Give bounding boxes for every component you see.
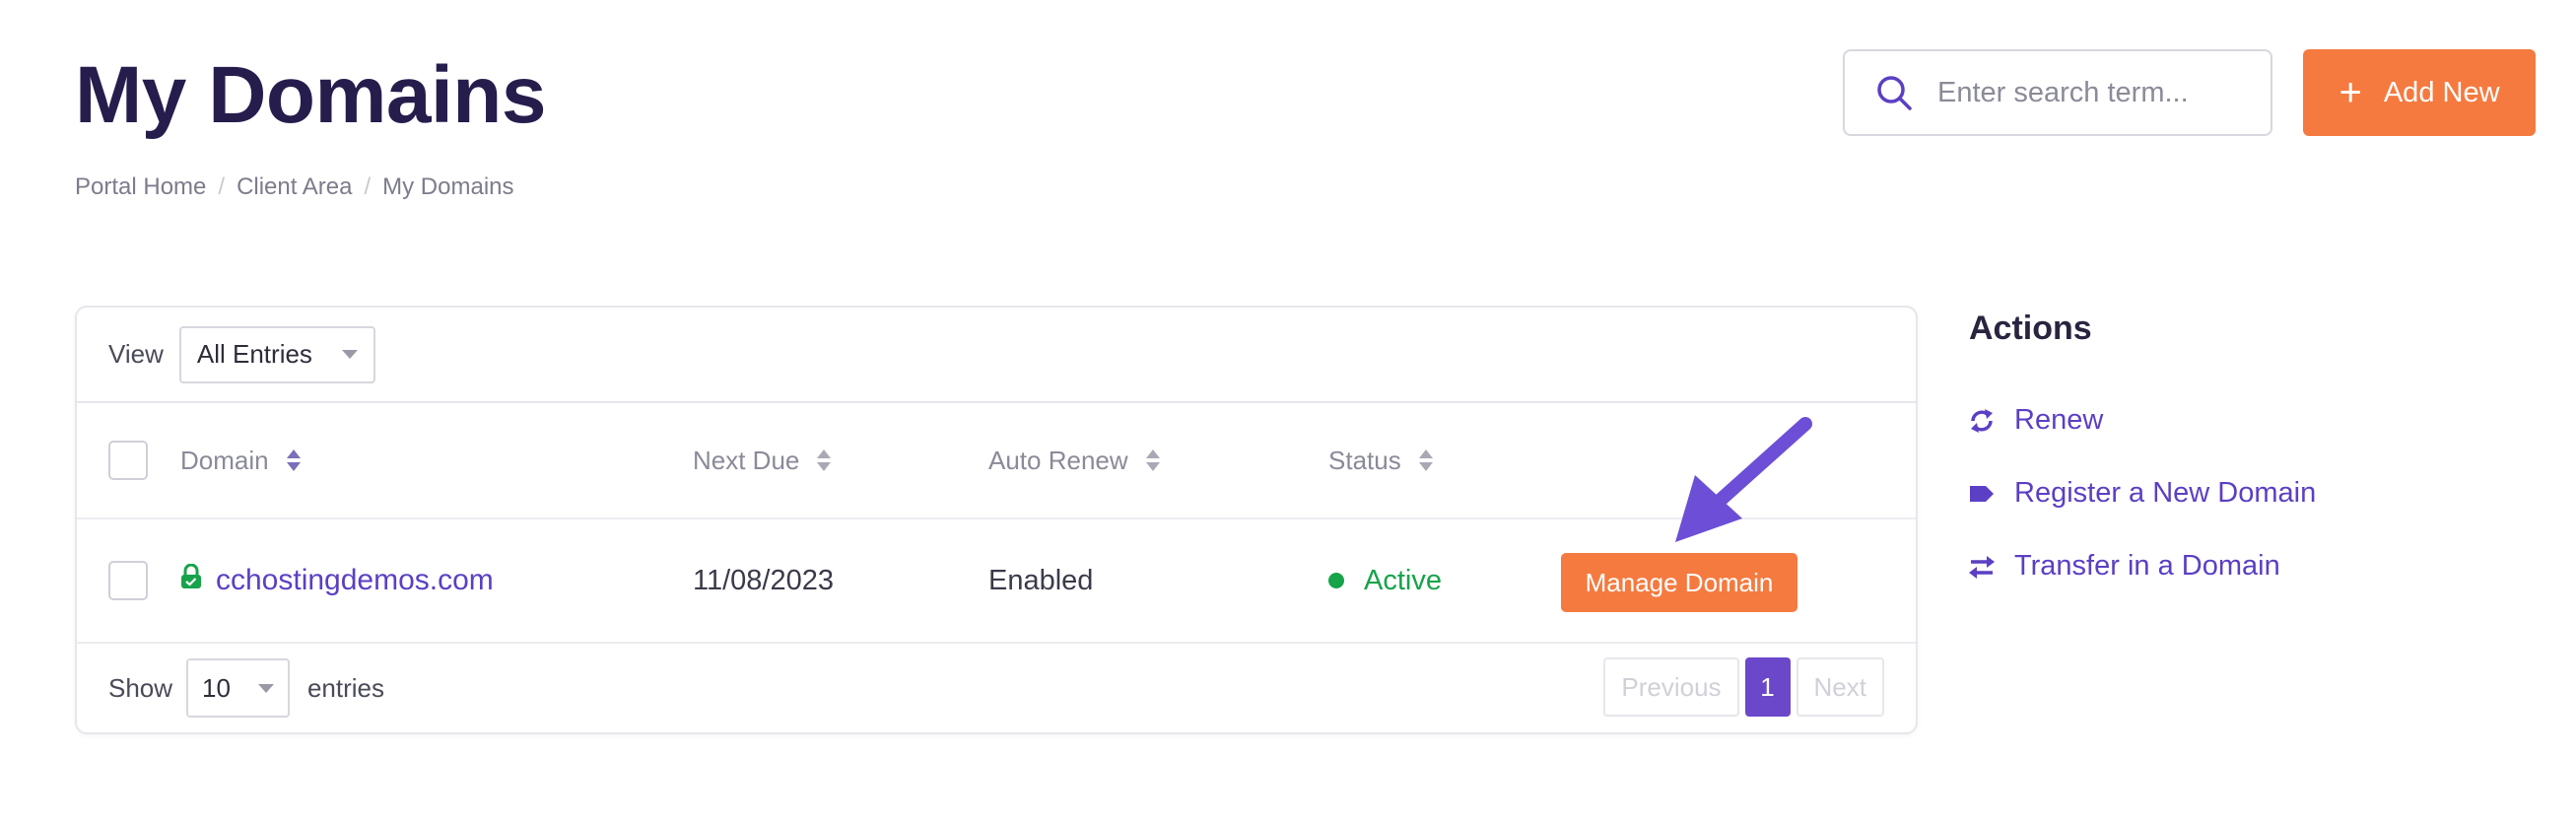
table-footer: Show 10 entries Previous 1 Next: [77, 644, 1916, 732]
breadcrumb-separator: /: [218, 173, 226, 200]
breadcrumb-client-area[interactable]: Client Area: [237, 173, 352, 201]
column-header-auto-renew[interactable]: Auto Renew: [988, 446, 1160, 476]
transfer-icon: [1967, 552, 1997, 582]
action-label: Register a New Domain: [2014, 477, 2317, 509]
search-box[interactable]: [1843, 49, 2272, 136]
column-header-domain[interactable]: Domain: [180, 446, 301, 476]
pagination-page-1[interactable]: 1: [1744, 657, 1791, 717]
renew-icon: [1967, 406, 1997, 436]
chevron-down-icon: [341, 350, 358, 359]
column-label: Status: [1328, 445, 1401, 475]
column-label: Domain: [180, 445, 269, 475]
action-transfer-domain[interactable]: Transfer in a Domain: [1967, 550, 2280, 583]
add-new-button[interactable]: + Add New: [2303, 49, 2536, 136]
status-badge: Active: [1364, 564, 1442, 596]
pagination-previous[interactable]: Previous: [1603, 657, 1739, 717]
status-cell: Active: [1328, 565, 1442, 597]
breadcrumb-my-domains: My Domains: [382, 173, 514, 200]
lock-icon: [180, 563, 202, 597]
pagination: Previous 1 Next: [1603, 657, 1884, 717]
action-renew[interactable]: Renew: [1967, 404, 2103, 437]
status-dot-icon: [1328, 573, 1344, 588]
chevron-down-icon: [257, 683, 274, 693]
column-header-status[interactable]: Status: [1328, 446, 1433, 476]
add-new-label: Add New: [2383, 76, 2500, 108]
column-header-next-due[interactable]: Next Due: [693, 445, 832, 476]
search-icon: [1874, 73, 1914, 112]
plus-icon: +: [2339, 71, 2362, 114]
sort-icon: [817, 449, 832, 471]
breadcrumb-separator: /: [364, 173, 372, 200]
table-header: Domain Next Due Auto Renew Status: [77, 403, 1916, 519]
view-label: View: [108, 339, 164, 369]
view-filter-select[interactable]: All Entries: [178, 325, 375, 383]
actions-heading: Actions: [1969, 310, 2092, 347]
action-label: Transfer in a Domain: [2014, 550, 2280, 582]
row-checkbox[interactable]: [108, 561, 148, 600]
search-input[interactable]: [1937, 76, 2233, 109]
sort-icon: [1145, 449, 1160, 471]
breadcrumb: Portal Home / Client Area / My Domains: [75, 173, 514, 201]
pagination-next[interactable]: Next: [1796, 657, 1884, 717]
entries-label: entries: [306, 672, 385, 703]
action-label: Renew: [2014, 404, 2104, 436]
auto-renew-cell: Enabled: [988, 564, 1094, 596]
table-filter-bar: View All Entries: [77, 308, 1916, 403]
page-size-value: 10: [202, 672, 231, 703]
column-label: Auto Renew: [988, 445, 1128, 475]
sort-icon: [1418, 449, 1433, 471]
column-label: Next Due: [693, 445, 800, 475]
manage-domain-button[interactable]: Manage Domain: [1561, 553, 1797, 612]
domain-link[interactable]: cchostingdemos.com: [216, 564, 494, 597]
domain-cell: cchostingdemos.com: [180, 563, 494, 597]
view-filter-value: All Entries: [196, 339, 312, 369]
domains-table-card: View All Entries Domain Next Due Auto Re…: [75, 306, 1918, 734]
show-label: Show: [108, 672, 173, 703]
page-size-select[interactable]: 10: [186, 658, 290, 718]
action-register-domain[interactable]: Register a New Domain: [1967, 477, 2316, 510]
breadcrumb-portal-home[interactable]: Portal Home: [75, 173, 206, 201]
tag-icon: [1967, 479, 1997, 509]
page-title: My Domains: [75, 50, 547, 140]
next-due-cell: 11/08/2023: [693, 564, 834, 596]
table-row: cchostingdemos.com 11/08/2023 Enabled Ac…: [77, 519, 1916, 644]
sort-icon: [286, 449, 301, 471]
select-all-checkbox[interactable]: [108, 441, 148, 480]
